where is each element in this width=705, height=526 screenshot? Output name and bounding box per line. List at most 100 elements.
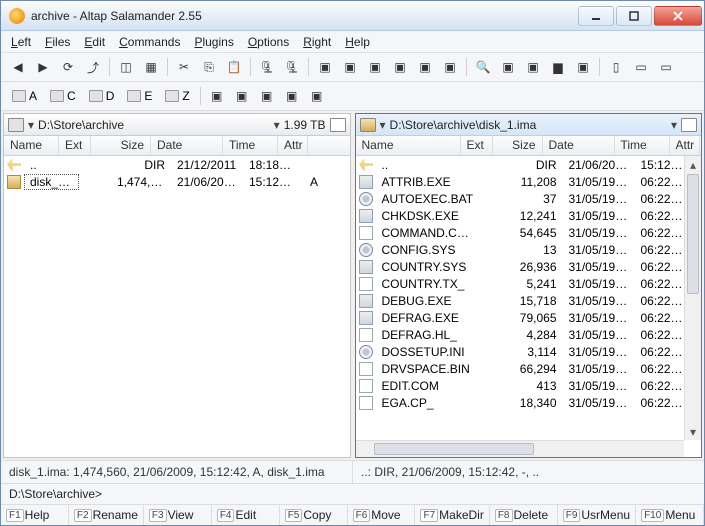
file-row[interactable]: EDIT.COM41331/05/199406:22:00 <box>356 377 702 394</box>
fn-makedir-button[interactable]: F7MakeDir <box>415 505 489 525</box>
nav-fwd-icon[interactable]: ▶ <box>32 56 54 78</box>
column-date[interactable]: Date <box>543 136 615 155</box>
file-row[interactable]: AUTOEXEC.BAT3731/05/199406:22:00 <box>356 190 702 207</box>
drive-c-button[interactable]: C <box>45 85 81 107</box>
minimize-button[interactable] <box>578 6 614 26</box>
file-row[interactable]: DEFRAG.HL_4,28431/05/199406:22:00 <box>356 326 702 343</box>
menu-left[interactable]: Left <box>11 35 31 49</box>
file-row[interactable]: ATTRIB.EXE11,20831/05/199406:22:00 <box>356 173 702 190</box>
tool-icon[interactable]: ▣ <box>314 56 336 78</box>
cut-icon[interactable]: ✂ <box>173 56 195 78</box>
column-size[interactable]: Size <box>493 136 543 155</box>
close-button[interactable] <box>654 6 702 26</box>
fn-edit-button[interactable]: F4Edit <box>212 505 280 525</box>
column-name[interactable]: Name <box>356 136 461 155</box>
file-row[interactable]: COUNTRY.SYS26,93631/05/199406:22:00 <box>356 258 702 275</box>
tool-icon[interactable]: ▭ <box>630 56 652 78</box>
file-row[interactable]: CONFIG.SYS1331/05/199406:22:00 <box>356 241 702 258</box>
tool-icon[interactable]: ▭ <box>655 56 677 78</box>
chevron-down-icon[interactable]: ▾ <box>671 118 677 132</box>
tool-icon[interactable]: ▯ <box>605 56 627 78</box>
tool-icon[interactable]: ▣ <box>339 56 361 78</box>
chevron-down-icon[interactable]: ▾ <box>274 118 280 132</box>
menu-plugins[interactable]: Plugins <box>194 35 233 49</box>
left-path[interactable]: D:\Store\archive <box>38 118 270 132</box>
file-row[interactable]: DRVSPACE.BIN66,29431/05/199406:22:00 <box>356 360 702 377</box>
search-icon[interactable]: 🔍 <box>472 56 494 78</box>
file-row[interactable]: disk_1.ima1,474,56021/06/200915:12:42A <box>4 173 350 190</box>
column-name[interactable]: Name <box>4 136 59 155</box>
column-ext[interactable]: Ext <box>59 136 91 155</box>
file-row[interactable]: DEFRAG.EXE79,06531/05/199406:22:00 <box>356 309 702 326</box>
file-row[interactable]: DEBUG.EXE15,71831/05/199406:22:00 <box>356 292 702 309</box>
left-columns[interactable]: NameExtSizeDateTimeAttr <box>4 136 350 156</box>
column-date[interactable]: Date <box>151 136 223 155</box>
file-row[interactable]: DOSSETUP.INI3,11431/05/199406:22:00 <box>356 343 702 360</box>
tool-icon[interactable]: ▣ <box>497 56 519 78</box>
folder-icon[interactable]: ▣ <box>206 85 228 107</box>
ftp-icon[interactable]: ▣ <box>231 85 253 107</box>
right-columns[interactable]: NameExtSizeDateTimeAttr <box>356 136 702 156</box>
scrollbar-thumb[interactable] <box>687 174 699 294</box>
tool-icon[interactable]: ▣ <box>414 56 436 78</box>
file-row[interactable]: COUNTRY.TX_5,24131/05/199406:22:00 <box>356 275 702 292</box>
column-time[interactable]: Time <box>615 136 670 155</box>
drive-a-button[interactable]: A <box>7 85 42 107</box>
fn-delete-button[interactable]: F8Delete <box>490 505 558 525</box>
updir-row[interactable]: ..DIR21/06/200915:12:42 <box>356 156 702 173</box>
right-file-list[interactable]: ..DIR21/06/200915:12:42 ▴ ▾ ATTRIB.EXE11… <box>356 156 702 457</box>
drive-d-button[interactable]: D <box>84 85 120 107</box>
tool-icon[interactable]: ▣ <box>364 56 386 78</box>
tool-icon[interactable]: ▣ <box>572 56 594 78</box>
parent-icon[interactable]: ⤴ <box>82 56 104 78</box>
pack-icon[interactable]: 🗜 <box>256 56 278 78</box>
archive-icon[interactable]: ▣ <box>281 85 303 107</box>
column-ext[interactable]: Ext <box>461 136 493 155</box>
tool-icon[interactable]: ▣ <box>389 56 411 78</box>
fn-usrmenu-button[interactable]: F9UsrMenu <box>558 505 636 525</box>
unpack-icon[interactable]: 🗜 <box>281 56 303 78</box>
fn-menu-button[interactable]: F10Menu <box>636 505 704 525</box>
fn-copy-button[interactable]: F5Copy <box>280 505 348 525</box>
left-file-list[interactable]: ..DIR21/12/201118:18:59disk_1.ima1,474,5… <box>4 156 350 457</box>
menu-right[interactable]: Right <box>303 35 331 49</box>
fn-view-button[interactable]: F3View <box>144 505 212 525</box>
menu-commands[interactable]: Commands <box>119 35 180 49</box>
drive-e-button[interactable]: E <box>122 85 157 107</box>
file-row[interactable]: COMMAND.COM54,64531/05/199406:22:00 <box>356 224 702 241</box>
scrollbar-horizontal[interactable] <box>356 440 685 457</box>
updir-row[interactable]: ..DIR21/12/201118:18:59 <box>4 156 350 173</box>
menu-options[interactable]: Options <box>248 35 289 49</box>
menu-help[interactable]: Help <box>345 35 370 49</box>
file-row[interactable]: EGA.CP_18,34031/05/199406:22:00 <box>356 394 702 411</box>
tool-icon[interactable]: ▣ <box>522 56 544 78</box>
deselect-icon[interactable]: ▦ <box>140 56 162 78</box>
tool-icon[interactable]: ▣ <box>439 56 461 78</box>
fn-move-button[interactable]: F6Move <box>348 505 416 525</box>
paste-icon[interactable]: 📋 <box>223 56 245 78</box>
scrollbar-thumb[interactable] <box>374 443 534 455</box>
scroll-up-icon[interactable]: ▴ <box>685 156 701 173</box>
fn-rename-button[interactable]: F2Rename <box>69 505 144 525</box>
copy-icon[interactable]: ⎘ <box>198 56 220 78</box>
refresh-icon[interactable]: ⟳ <box>57 56 79 78</box>
left-path-bar[interactable]: ▾ D:\Store\archive ▾ 1.99 TB <box>4 114 350 136</box>
column-attr[interactable]: Attr <box>670 136 700 155</box>
right-path-bar[interactable]: ▾ D:\Store\archive\disk_1.ima ▾ <box>356 114 702 136</box>
column-time[interactable]: Time <box>223 136 278 155</box>
command-line[interactable]: D:\Store\archive> <box>1 483 704 504</box>
maximize-button[interactable] <box>616 6 652 26</box>
column-size[interactable]: Size <box>91 136 151 155</box>
panel-menu-icon[interactable] <box>681 118 697 132</box>
terminal-icon[interactable]: ▆ <box>547 56 569 78</box>
chevron-down-icon[interactable]: ▾ <box>380 118 386 132</box>
menu-edit[interactable]: Edit <box>84 35 105 49</box>
scroll-down-icon[interactable]: ▾ <box>685 423 701 440</box>
fn-help-button[interactable]: F1Help <box>1 505 69 525</box>
filter-icon[interactable]: ▣ <box>306 85 328 107</box>
chevron-down-icon[interactable]: ▾ <box>28 118 34 132</box>
right-path[interactable]: D:\Store\archive\disk_1.ima <box>390 118 667 132</box>
column-attr[interactable]: Attr <box>278 136 308 155</box>
net-icon[interactable]: ▣ <box>256 85 278 107</box>
select-icon[interactable]: ◫ <box>115 56 137 78</box>
